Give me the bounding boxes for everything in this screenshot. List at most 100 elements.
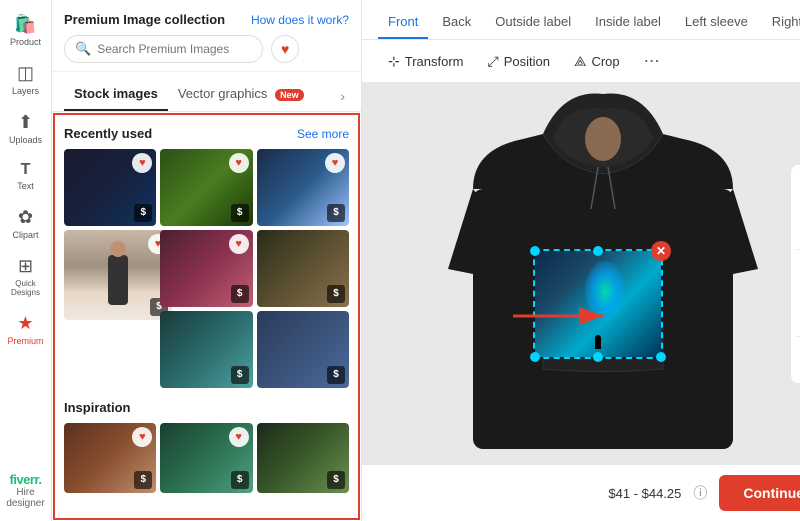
recently-used-grid: ♥ $ ♥ $ ♥ $ ♥ $ ♥ $ [64,149,349,388]
main-area: Front Back Outside label Inside label Le… [362,0,800,521]
sidebar-item-quick-designs[interactable]: ⊞ QuickDesigns [3,250,49,303]
premium-badge: $ [327,285,345,303]
list-item[interactable]: ♥ $ [64,423,156,493]
text-icon: T [21,161,31,179]
canvas-area: ✕ [362,83,800,464]
list-item[interactable]: ♥ $ [160,423,252,493]
premium-badge: $ [327,366,345,384]
handle-bottom-right[interactable] [656,352,666,362]
handle-top-mid[interactable] [593,246,603,256]
continue-button[interactable]: Continue [719,475,800,511]
sidebar-item-premium[interactable]: ★ Premium [3,307,49,352]
premium-badge: $ [231,366,249,384]
tab-right[interactable]: Right ! [762,8,800,39]
tab-front[interactable]: Front [378,8,428,39]
premium-icon: ★ [17,313,33,334]
quick-designs-icon: ⊞ [18,256,33,277]
inspiration-grid: ♥ $ ♥ $ $ [64,423,349,493]
sidebar-item-product[interactable]: 🛍️ Product [3,8,49,53]
premium-badge: $ [327,204,345,222]
premium-badge: $ [231,204,249,222]
annotation-arrow [513,301,613,331]
panel-title-row: Premium Image collection How does it wor… [64,12,349,27]
new-badge: New [275,89,304,101]
uploads-icon: ⬆ [18,112,33,133]
tab-scroll-arrow[interactable]: › [336,84,349,108]
inspiration-header: Inspiration [64,400,349,415]
sidebar-item-uploads[interactable]: ⬆ Uploads [3,106,49,151]
transform-button[interactable]: ⊹ Transform [378,48,473,75]
clipart-icon: ✿ [18,207,33,228]
panel-header: Premium Image collection How does it wor… [52,0,361,72]
heart-icon: ♥ [132,153,152,173]
heart-icon: ♥ [325,153,345,173]
search-bar: 🔍 [64,35,263,63]
heart-icon: ♥ [229,234,249,254]
crop-button[interactable]: ⟁ Crop [564,48,630,75]
heart-icon: ♥ [132,427,152,447]
heart-icon: ♥ [229,427,249,447]
inspiration-title: Inspiration [64,400,130,415]
handle-top-left[interactable] [530,246,540,256]
premium-badge: $ [231,285,249,303]
list-item[interactable]: $ [257,423,349,493]
premium-badge: $ [134,204,152,222]
tab-left-sleeve[interactable]: Left sleeve [675,8,758,39]
bottom-bar: $41 - $44.25 ⓘ Continue [362,464,800,521]
image-panel: Premium Image collection How does it wor… [52,0,362,521]
list-item[interactable]: $ [257,311,349,388]
list-item[interactable]: ♥ $ [160,230,252,307]
remove-image-button[interactable]: ✕ [651,241,671,261]
position-button[interactable]: ⤢ Position [477,48,559,75]
list-item[interactable]: ♥ $ [160,149,252,226]
list-item[interactable]: ♥ $ [257,149,349,226]
top-bar: Front Back Outside label Inside label Le… [362,0,800,83]
tab-back[interactable]: Back [432,8,481,39]
tab-vector-graphics[interactable]: Vector graphics New [168,80,314,111]
list-item[interactable]: ♥ $ [64,230,172,320]
favorites-button[interactable]: ♥ [271,35,299,63]
tab-stock-images[interactable]: Stock images [64,80,168,111]
layers-icon: ◫ [17,63,34,84]
how-link[interactable]: How does it work? [251,13,349,27]
panel-content: Recently used See more ♥ $ ♥ $ ♥ $ [52,112,361,521]
right-tools-panel [790,164,800,384]
product-icon: 🛍️ [14,14,36,35]
handle-bottom-left[interactable] [530,352,540,362]
position-icon: ⤢ [487,53,498,70]
fiverr-section[interactable]: fiverr. Hiredesigner [6,472,44,513]
list-item[interactable]: $ [160,311,252,388]
panel-tabs: Stock images Vector graphics New › [52,72,361,112]
sidebar-item-layers[interactable]: ◫ Layers [3,57,49,102]
handle-bottom-mid[interactable] [593,352,603,362]
fiverr-logo: fiverr. [6,472,44,487]
recently-used-header: Recently used See more [64,126,349,141]
price-display: $41 - $44.25 [608,486,681,501]
search-input[interactable] [97,42,252,56]
premium-badge: $ [134,471,152,489]
info-icon[interactable]: ⓘ [693,483,707,503]
panel-title: Premium Image collection [64,12,225,27]
tool-bar: ⊹ Transform ⤢ Position ⟁ Crop ⋯ [362,40,800,82]
sidebar-item-text[interactable]: T Text [3,155,49,197]
crop-icon: ⟁ [574,53,587,70]
tab-outside-label[interactable]: Outside label [485,8,581,39]
list-item[interactable]: $ [257,230,349,307]
list-item[interactable]: ♥ $ [64,149,156,226]
recently-used-title: Recently used [64,126,152,141]
tab-inside-label[interactable]: Inside label [585,8,671,39]
search-icon: 🔍 [75,41,91,57]
figure-silhouette [595,335,601,349]
left-sidebar: 🛍️ Product ◫ Layers ⬆ Uploads T Text ✿ C… [0,0,52,521]
transform-icon: ⊹ [388,53,400,70]
heart-icon: ♥ [229,153,249,173]
premium-badge: $ [327,471,345,489]
hire-designer-label: Hiredesigner [6,487,44,509]
sidebar-item-clipart[interactable]: ✿ Clipart [3,201,49,246]
person-silhouette [108,255,128,305]
person-head [110,241,126,257]
premium-badge: $ [231,471,249,489]
see-more-link[interactable]: See more [297,127,349,141]
more-options-button[interactable]: ⋯ [638,46,666,76]
view-tabs: Front Back Outside label Inside label Le… [362,0,800,40]
